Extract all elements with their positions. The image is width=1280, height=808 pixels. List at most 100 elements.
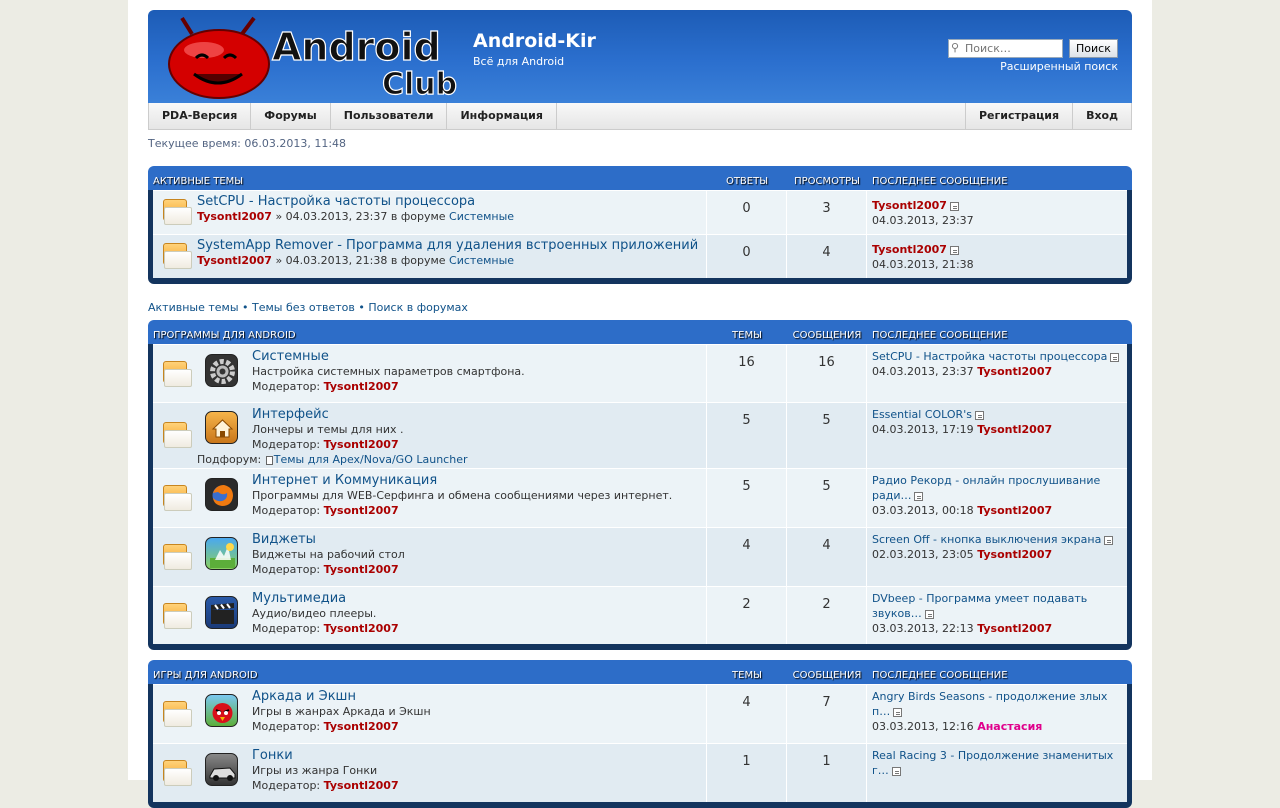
current-time: Текущее время: 06.03.2013, 11:48 (148, 137, 347, 150)
nav-forums[interactable]: Форумы (251, 103, 331, 129)
last-post-time: 03.03.2013, 22:13 (872, 622, 974, 635)
last-post-author[interactable]: Tysontl2007 (977, 548, 1052, 561)
search-button[interactable]: Поиск (1069, 39, 1118, 58)
topic-author[interactable]: Tysontl2007 (197, 210, 272, 223)
forum-main-cell: Мультимедиа Аудио/видео плееры. Модерато… (153, 587, 707, 644)
column-title: Активные темы (153, 176, 244, 187)
last-post-title[interactable]: SetCPU - Настройка частоты процессора (872, 350, 1107, 363)
last-post-author[interactable]: Tysontl2007 (872, 243, 947, 256)
view-latest-post-icon[interactable] (949, 201, 959, 211)
page-container: Android Club Android-Kir Всё для Android… (128, 0, 1152, 808)
column-posts: Сообщения (792, 670, 862, 681)
last-post-author[interactable]: Tysontl2007 (977, 423, 1052, 436)
moderator-name[interactable]: Tysontl2007 (324, 563, 399, 576)
moderator-label: Модератор: (252, 720, 321, 733)
firefox-icon (205, 478, 238, 511)
quick-link-forum-search[interactable]: Поиск в форумах (368, 301, 468, 314)
view-latest-post-icon[interactable] (949, 245, 959, 255)
subforum-link[interactable]: Темы для Apex/Nova/GO Launcher (274, 453, 468, 466)
last-post-title[interactable]: Essential COLOR's (872, 408, 972, 421)
forum-posts-count: 7 (787, 685, 867, 743)
last-post-title[interactable]: Angry Birds Seasons - продолжение злых п… (872, 690, 1107, 718)
last-post-title[interactable]: DVbeep - Программа умеет подавать звуков… (872, 592, 1087, 620)
topic-forum-link[interactable]: Системные (449, 254, 514, 267)
moderator-name[interactable]: Tysontl2007 (324, 504, 399, 517)
forum-title[interactable]: Аркада и Экшн (252, 689, 431, 704)
view-latest-post-icon[interactable] (1104, 535, 1114, 545)
last-post-time: 03.03.2013, 12:16 (872, 720, 974, 733)
forum-description: Аудио/видео плееры. (252, 607, 377, 620)
quick-link-unanswered[interactable]: Темы без ответов (252, 301, 355, 314)
column-title[interactable]: Игры для Android (153, 670, 707, 681)
forum-row: Гонки Игры из жанра Гонки Модератор: Tys… (153, 743, 1127, 802)
forum-posts-count: 4 (787, 528, 867, 586)
topic-title[interactable]: SystemApp Remover - Программа для удален… (197, 238, 698, 253)
moderator-name[interactable]: Tysontl2007 (324, 380, 399, 393)
search-input[interactable] (965, 40, 1061, 57)
forum-main-cell: Интерфейс Лончеры и темы для них . Модер… (153, 403, 707, 468)
view-latest-post-icon[interactable] (914, 491, 924, 501)
nav-pda-version[interactable]: PDA-Версия (149, 103, 252, 129)
topic-author[interactable]: Tysontl2007 (197, 254, 272, 267)
moderator-name[interactable]: Tysontl2007 (324, 622, 399, 635)
nav-left: PDA-Версия Форумы Пользователи Информаци… (149, 103, 557, 129)
column-replies: Ответы (725, 176, 769, 187)
moderator-name[interactable]: Tysontl2007 (324, 438, 399, 451)
view-latest-post-icon[interactable] (1110, 352, 1120, 362)
last-post-author[interactable]: Tysontl2007 (977, 504, 1052, 517)
view-latest-post-icon[interactable] (893, 707, 903, 717)
home-icon (205, 411, 238, 444)
forum-title[interactable]: Виджеты (252, 532, 405, 547)
forum-posts-count: 5 (787, 403, 867, 468)
forum-last-post: Angry Birds Seasons - продолжение злых п… (867, 685, 1127, 743)
view-latest-post-icon[interactable] (891, 766, 901, 776)
forum-title[interactable]: Интерфейс (252, 407, 404, 422)
subforum-label: Подфорум: (197, 453, 262, 466)
view-latest-post-icon[interactable] (924, 609, 934, 619)
last-post-author[interactable]: Tysontl2007 (977, 365, 1052, 378)
topic-last-post: Tysontl2007 04.03.2013, 21:38 (867, 235, 1127, 278)
moderator-label: Модератор: (252, 380, 321, 393)
last-post-author[interactable]: Tysontl2007 (872, 199, 947, 212)
topic-title[interactable]: SetCPU - Настройка частоты процессора (197, 194, 514, 209)
moderator-label: Модератор: (252, 622, 321, 635)
topic-replies: 0 (707, 235, 787, 278)
forum-main-cell: Гонки Игры из жанра Гонки Модератор: Tys… (153, 744, 707, 802)
last-post-time: 04.03.2013, 21:38 (872, 258, 974, 271)
last-post-author[interactable]: Анастасия (977, 720, 1042, 733)
forum-description: Виджеты на рабочий стол (252, 548, 405, 561)
column-title[interactable]: Программы для Android (153, 330, 707, 341)
nav-users[interactable]: Пользователи (331, 103, 448, 129)
last-post-title[interactable]: Screen Off - кнопка выключения экрана (872, 533, 1101, 546)
topic-forum-link[interactable]: Системные (449, 210, 514, 223)
forum-title[interactable]: Системные (252, 349, 525, 364)
advanced-search-link[interactable]: Расширенный поиск (1000, 60, 1118, 73)
moderator-name[interactable]: Tysontl2007 (324, 779, 399, 792)
android-club-logo[interactable]: Android Club (162, 14, 462, 103)
topic-last-post: Tysontl2007 04.03.2013, 23:37 (867, 191, 1127, 234)
forum-row: Аркада и Экшн Игры в жанрах Аркада и Экш… (153, 684, 1127, 743)
last-post-title[interactable]: Real Racing 3 - Продолжение знаменитых г… (872, 749, 1113, 777)
topic-replies: 0 (707, 191, 787, 234)
view-latest-post-icon[interactable] (974, 410, 984, 420)
quick-link-active-topics[interactable]: Активные темы (148, 301, 239, 314)
search-field[interactable]: ⚲ (948, 39, 1063, 58)
site-title[interactable]: Android-Kir (473, 30, 596, 52)
forum-last-post: Screen Off - кнопка выключения экрана 02… (867, 528, 1127, 586)
forum-title[interactable]: Интернет и Коммуникация (252, 473, 672, 488)
nav-register[interactable]: Регистрация (964, 103, 1072, 129)
forum-title[interactable]: Гонки (252, 748, 399, 763)
forum-main-cell: Виджеты Виджеты на рабочий стол Модерато… (153, 528, 707, 586)
forum-folder-icon (163, 361, 193, 389)
moderator-label: Модератор: (252, 504, 321, 517)
topic-folder-icon (163, 243, 193, 271)
moderator-name[interactable]: Tysontl2007 (324, 720, 399, 733)
games-header: Игры для Android Темы Сообщения Последне… (153, 660, 1127, 684)
forum-title[interactable]: Мультимедиа (252, 591, 399, 606)
nav-information[interactable]: Информация (447, 103, 557, 129)
last-post-title[interactable]: Радио Рекорд - онлайн прослушивание ради… (872, 474, 1100, 502)
forum-topics-count: 4 (707, 685, 787, 743)
nav-login[interactable]: Вход (1072, 103, 1131, 129)
last-post-time: 03.03.2013, 00:18 (872, 504, 974, 517)
last-post-author[interactable]: Tysontl2007 (977, 622, 1052, 635)
